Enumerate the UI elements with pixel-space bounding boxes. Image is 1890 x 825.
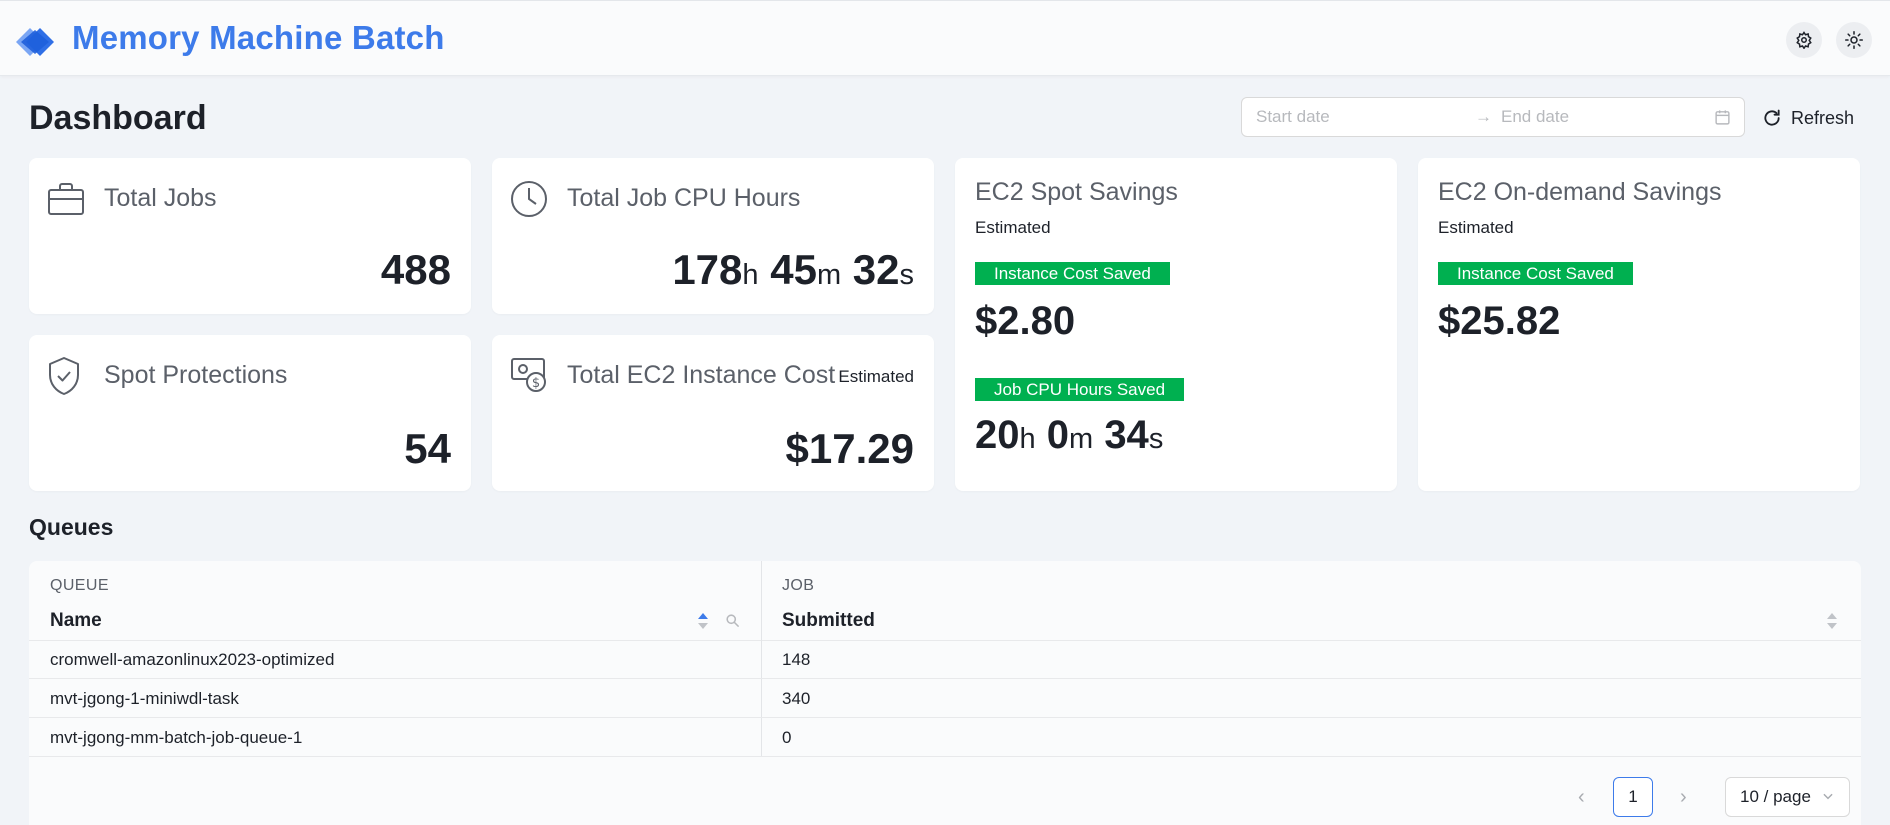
spot-cpu-hours: 20 bbox=[975, 413, 1020, 457]
queue-name-cell: cromwell-amazonlinux2023-optimized bbox=[50, 650, 335, 669]
svg-text:$: $ bbox=[532, 376, 540, 391]
page-title: Dashboard bbox=[29, 99, 207, 137]
cpu-hours-seconds: 32 bbox=[852, 246, 900, 293]
ec2-cost-card: $ Total EC2 Instance Cost Estimated $17.… bbox=[492, 335, 934, 491]
sort-icon[interactable] bbox=[697, 611, 709, 631]
spot-savings-title: EC2 Spot Savings bbox=[975, 178, 1178, 206]
chevron-down-icon bbox=[1823, 793, 1833, 800]
ondemand-savings-estimated: Estimated bbox=[1438, 218, 1514, 237]
spot-cost-saved-value: $2.80 bbox=[975, 299, 1076, 343]
date-range-picker[interactable]: → bbox=[1241, 97, 1745, 137]
ec2-cost-estimated: Estimated bbox=[838, 367, 914, 386]
table-row: mvt-jgong-mm-batch-job-queue-1 0 bbox=[29, 719, 1861, 757]
briefcase-icon bbox=[48, 183, 84, 215]
shield-check-icon bbox=[49, 357, 79, 395]
sun-icon bbox=[1845, 31, 1863, 49]
ec2-cost-value: $17.29 bbox=[785, 425, 914, 472]
spot-savings-card: EC2 Spot Savings Estimated Instance Cost… bbox=[955, 158, 1397, 491]
app-title: Memory Machine Batch bbox=[72, 19, 445, 56]
start-date-input[interactable] bbox=[1256, 98, 1456, 136]
cpu-hours-value: 178h 45m 32s bbox=[672, 246, 914, 294]
arrow-right-icon: → bbox=[1475, 107, 1492, 126]
total-jobs-value: 488 bbox=[380, 246, 451, 293]
job-group-label: JOB bbox=[782, 577, 815, 594]
pagination-prev-button[interactable]: ‹ bbox=[1578, 786, 1585, 809]
money-icon: $ bbox=[511, 358, 546, 392]
settings-button[interactable] bbox=[1786, 22, 1822, 58]
hours-unit: h bbox=[742, 259, 759, 291]
queue-group-label: QUEUE bbox=[50, 577, 109, 594]
calendar-icon[interactable] bbox=[1714, 109, 1731, 126]
queue-name-cell: mvt-jgong-1-miniwdl-task bbox=[50, 689, 239, 708]
submitted-cell: 340 bbox=[782, 689, 811, 708]
spot-protections-value: 54 bbox=[404, 425, 451, 472]
queue-name-cell: mvt-jgong-mm-batch-job-queue-1 bbox=[50, 728, 303, 747]
spot-protections-title: Spot Protections bbox=[104, 361, 288, 389]
hours-unit: h bbox=[1019, 423, 1036, 455]
clock-icon bbox=[511, 181, 547, 217]
seconds-unit: s bbox=[899, 259, 915, 291]
queues-table: QUEUE Name JOB Submitted cromwell-amazon… bbox=[29, 561, 1861, 825]
table-header: QUEUE Name JOB Submitted bbox=[29, 561, 1861, 641]
cpu-hours-minutes: 45 bbox=[770, 246, 817, 293]
spot-savings-estimated: Estimated bbox=[975, 218, 1051, 237]
refresh-icon bbox=[1764, 109, 1780, 126]
pagination-page-1[interactable]: 1 bbox=[1613, 777, 1653, 817]
page-size-value: 10 / page bbox=[1740, 787, 1811, 806]
ondemand-cost-saved-value: $25.82 bbox=[1438, 299, 1561, 343]
seconds-unit: s bbox=[1148, 423, 1164, 455]
table-row: cromwell-amazonlinux2023-optimized 148 bbox=[29, 641, 1861, 679]
spot-protections-card: Spot Protections 54 bbox=[29, 335, 471, 491]
page-size-select[interactable]: 10 / page bbox=[1725, 777, 1850, 817]
submitted-column-header[interactable]: Submitted bbox=[782, 610, 875, 632]
app-header: Memory Machine Batch bbox=[0, 0, 1890, 76]
search-icon[interactable] bbox=[725, 613, 740, 628]
name-column-header[interactable]: Name bbox=[50, 610, 102, 632]
sort-icon[interactable] bbox=[1826, 611, 1838, 631]
theme-toggle-button[interactable] bbox=[1836, 22, 1872, 58]
spot-cpu-minutes: 0 bbox=[1046, 413, 1070, 457]
total-jobs-title: Total Jobs bbox=[104, 184, 217, 212]
cpu-hours-hours: 178 bbox=[672, 246, 743, 293]
minutes-unit: m bbox=[816, 259, 842, 291]
pagination-next-button[interactable]: › bbox=[1680, 786, 1687, 809]
submitted-cell: 0 bbox=[782, 728, 792, 747]
queues-title: Queues bbox=[29, 514, 114, 540]
refresh-button[interactable]: Refresh bbox=[1762, 103, 1854, 133]
cpu-hours-card: Total Job CPU Hours 178h 45m 32s bbox=[492, 158, 934, 314]
ondemand-savings-title: EC2 On-demand Savings bbox=[1438, 178, 1722, 206]
total-jobs-card: Total Jobs 488 bbox=[29, 158, 471, 314]
gear-icon bbox=[1796, 31, 1812, 49]
cpu-hours-title: Total Job CPU Hours bbox=[567, 184, 801, 212]
table-row: mvt-jgong-1-miniwdl-task 340 bbox=[29, 680, 1861, 718]
end-date-input[interactable] bbox=[1501, 98, 1701, 136]
spot-cpu-saved-value: 20h 0m 34s bbox=[975, 413, 1163, 458]
spot-cpu-seconds: 34 bbox=[1104, 413, 1149, 457]
logo-icon bbox=[16, 28, 54, 56]
spot-cpu-saved-tag: Job CPU Hours Saved bbox=[975, 378, 1185, 401]
ondemand-savings-card: EC2 On-demand Savings Estimated Instance… bbox=[1418, 158, 1860, 491]
ec2-cost-title: Total EC2 Instance Cost bbox=[567, 361, 836, 389]
submitted-cell: 148 bbox=[782, 650, 811, 669]
spot-cost-saved-tag: Instance Cost Saved bbox=[975, 262, 1170, 285]
ondemand-cost-saved-tag: Instance Cost Saved bbox=[1438, 262, 1633, 285]
refresh-label: Refresh bbox=[1791, 107, 1855, 128]
minutes-unit: m bbox=[1069, 423, 1094, 455]
